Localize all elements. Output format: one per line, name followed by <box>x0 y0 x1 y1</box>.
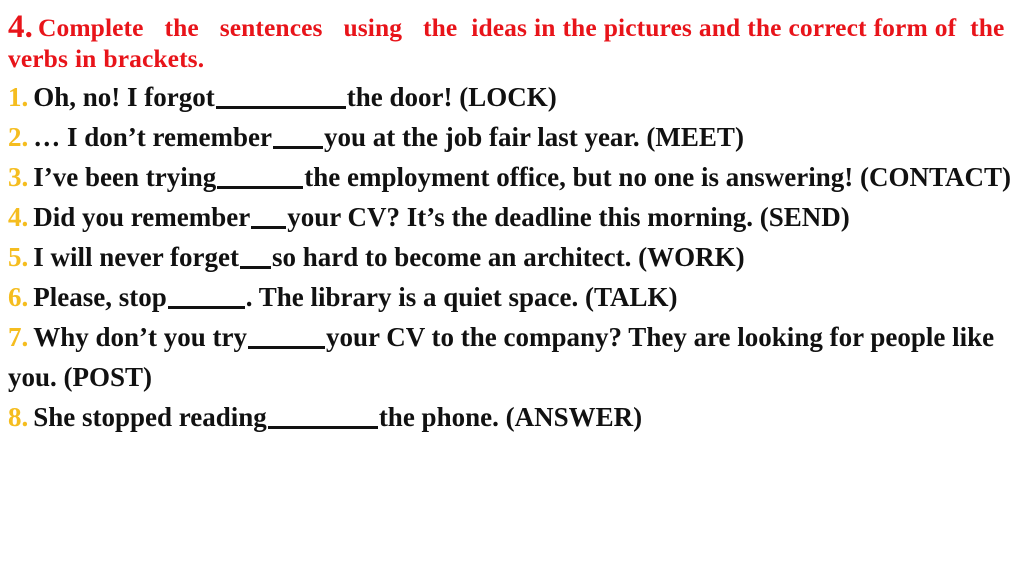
sentence-text-before-blank: I will never forget <box>33 242 239 272</box>
sentence-text-before-blank: Oh, no! I forgot <box>33 82 215 112</box>
task-instruction-line-1: Complete the sentences using the ideas i… <box>37 13 867 42</box>
answer-blank[interactable] <box>251 209 287 229</box>
sentence-text-before-blank: Please, stop <box>33 282 167 312</box>
sentence-number: 4. <box>8 202 29 232</box>
sentence-text-before-blank: … I don’t remember <box>33 122 272 152</box>
answer-blank[interactable] <box>267 409 378 429</box>
sentence-item: 4. Did you remember your CV? It’s the dead… <box>8 197 1014 237</box>
sentence-item: 5. I will never forget so hard to become a… <box>8 237 1014 277</box>
slide-canvas: 4. Complete the sentences using the ideas… <box>0 0 1024 576</box>
sentence-number: 6. <box>8 282 29 312</box>
sentence-number: 1. <box>8 82 29 112</box>
sentence-number: 5. <box>8 242 29 272</box>
answer-blank[interactable] <box>272 129 323 149</box>
sentence-item: 7. Why don’t you try your CV to the compan… <box>8 317 1014 397</box>
sentence-text-after-blank: the phone. (ANSWER) <box>378 402 643 432</box>
sentence-text-after-blank: your CV? It’s the deadline this morning.… <box>287 202 850 232</box>
sentence-number: 3. <box>8 162 29 192</box>
sentence-text-before-blank: I’ve been trying <box>33 162 217 192</box>
task-instruction: 4. Complete the sentences using the ideas… <box>8 9 1014 74</box>
answer-blank[interactable] <box>215 89 346 109</box>
sentence-list: 1. Oh, no! I forgot the door! (LOCK) 2.… I … <box>8 77 1014 437</box>
sentence-text-before-blank: Why don’t you try <box>33 322 248 352</box>
sentence-item: 8. She stopped reading the phone. (ANSWER) <box>8 397 1014 437</box>
sentence-text-after-blank: the door! (LOCK) <box>346 82 557 112</box>
sentence-item: 6. Please, stop . The library is a quiet s… <box>8 277 1014 317</box>
sentence-item: 3. I’ve been trying the employment office,… <box>8 157 1014 197</box>
sentence-number: 8. <box>8 402 29 432</box>
sentence-number: 7. <box>8 322 29 352</box>
answer-blank[interactable] <box>167 289 245 309</box>
task-number: 4. <box>8 9 33 45</box>
sentence-text-before-blank: Did you remember <box>33 202 251 232</box>
sentence-text-after-blank: you at the job fair last year. (MEET) <box>323 122 744 152</box>
sentence-item: 1. Oh, no! I forgot the door! (LOCK) <box>8 77 1014 117</box>
answer-blank[interactable] <box>239 249 271 269</box>
answer-blank[interactable] <box>217 169 304 189</box>
answer-blank[interactable] <box>248 329 326 349</box>
sentence-text-after-blank: . The library is a quiet space. (TALK) <box>245 282 678 312</box>
sentence-number: 2. <box>8 122 29 152</box>
sentence-text-after-blank: the employment office, but no one is ans… <box>304 162 1011 192</box>
sentence-item: 2.… I don’t remember you at the job fair … <box>8 117 1014 157</box>
sentence-text-before-blank: She stopped reading <box>33 402 267 432</box>
sentence-text-after-blank: so hard to become an architect. (WORK) <box>271 242 745 272</box>
